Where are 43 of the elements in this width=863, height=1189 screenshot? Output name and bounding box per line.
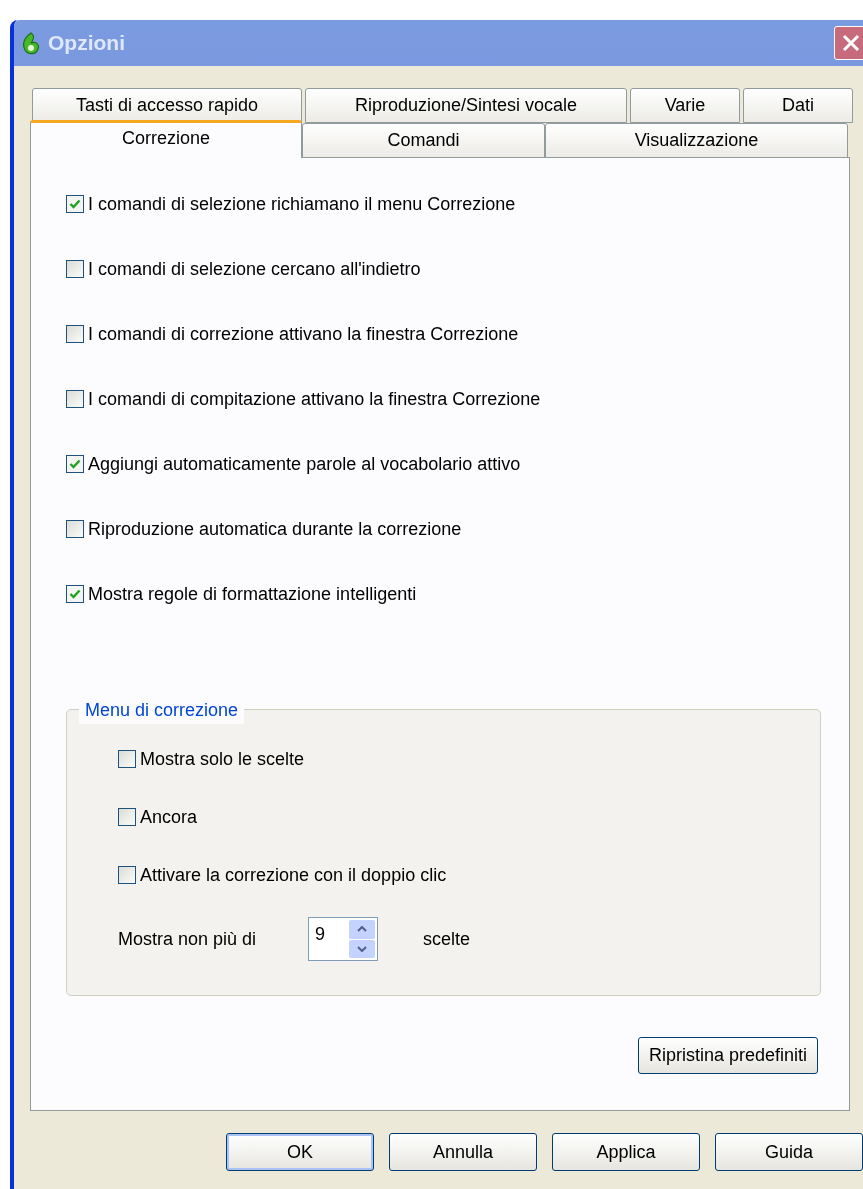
- field-suffix: scelte: [423, 927, 471, 951]
- checkmark-icon: [69, 458, 81, 470]
- checkbox-label: Attivare la correzione con il doppio clic: [140, 863, 447, 887]
- tab[interactable]: Riproduzione/Sintesi vocale: [305, 88, 627, 123]
- checkbox-label: I comandi di selezione richiamano il menu Correzione: [88, 192, 516, 216]
- tab[interactable]: Visualizzazione: [545, 123, 848, 158]
- checkbox[interactable]: [66, 455, 84, 473]
- checkbox[interactable]: [118, 808, 136, 826]
- spin-field[interactable]: 9: [308, 917, 378, 961]
- dialog-button[interactable]: Applica: [552, 1133, 700, 1171]
- checkbox[interactable]: [66, 195, 84, 213]
- dialog-button[interactable]: Annulla: [389, 1133, 537, 1171]
- checkbox-label: Mostra regole di formattazione intelligenti: [88, 582, 417, 606]
- checkmark-icon: [69, 588, 81, 600]
- checkbox[interactable]: [66, 585, 84, 603]
- dialog-button[interactable]: OK: [226, 1133, 374, 1171]
- window-title: Opzioni: [48, 30, 125, 57]
- checkbox-label: Aggiungi automaticamente parole al vocabolario attivo: [88, 452, 521, 476]
- app-icon: [20, 30, 42, 56]
- close-icon: [841, 33, 861, 53]
- checkbox-label: Riproduzione automatica durante la correzione: [88, 517, 462, 541]
- field-label: Mostra non più di: [118, 927, 258, 951]
- spin-up-button[interactable]: [349, 920, 375, 939]
- checkbox-label: I comandi di compitazione attivano la finestra Correzione: [88, 387, 541, 411]
- tab[interactable]: Varie: [630, 88, 740, 123]
- tab[interactable]: Dati: [743, 88, 853, 123]
- checkbox[interactable]: [66, 520, 84, 538]
- checkbox[interactable]: [118, 750, 136, 768]
- checkbox[interactable]: [66, 325, 84, 343]
- tab[interactable]: Comandi: [302, 123, 545, 158]
- checkbox-label: I comandi di correzione attivano la finestra Correzione: [88, 322, 519, 346]
- close-button[interactable]: [834, 26, 863, 60]
- checkbox[interactable]: [66, 260, 84, 278]
- spin-down-button[interactable]: [349, 939, 375, 958]
- checkbox-label: I comandi di selezione cercano all'indietro: [88, 257, 421, 281]
- checkbox[interactable]: [66, 390, 84, 408]
- checkmark-icon: [69, 198, 81, 210]
- checkbox-label: Ancora: [140, 805, 198, 829]
- checkbox[interactable]: [118, 866, 136, 884]
- restore-defaults-button[interactable]: Ripristina predefiniti: [637, 1037, 818, 1074]
- checkbox-label: Mostra solo le scelte: [140, 747, 305, 771]
- tab[interactable]: Correzione: [30, 120, 302, 158]
- dialog-button[interactable]: Guida: [715, 1133, 863, 1171]
